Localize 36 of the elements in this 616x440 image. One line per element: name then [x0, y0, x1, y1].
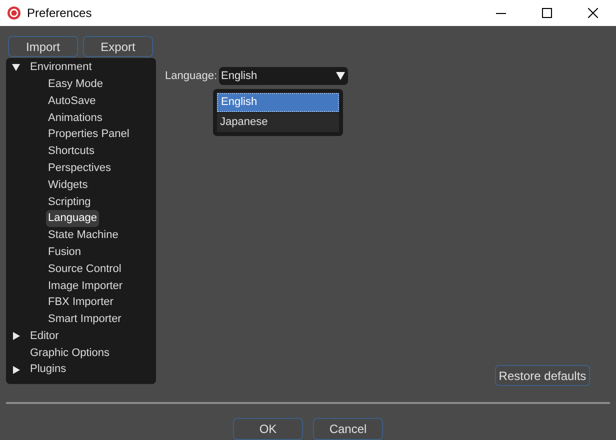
tree-item[interactable]: State Machine: [46, 227, 120, 244]
tree-item[interactable]: Smart Importer: [46, 311, 124, 328]
tree-item[interactable]: Plugins: [28, 361, 68, 378]
tree-item[interactable]: Language: [46, 210, 99, 227]
collapsed-arrow-icon[interactable]: [12, 332, 20, 340]
import-button[interactable]: Import: [8, 36, 78, 57]
tree-item[interactable]: Environment: [28, 59, 94, 76]
language-label: Language:: [165, 68, 217, 84]
app-logo-icon: [7, 6, 21, 20]
window-title: Preferences: [27, 5, 92, 22]
tree-item[interactable]: Properties Panel: [46, 126, 132, 143]
tree-item[interactable]: Perspectives: [46, 160, 113, 176]
tree-item[interactable]: Image Importer: [46, 278, 125, 294]
dropdown-option[interactable]: English: [217, 93, 339, 112]
maximize-icon: [542, 8, 552, 18]
ok-button[interactable]: OK: [233, 418, 303, 440]
tree-item[interactable]: Editor: [28, 328, 61, 344]
tree-item[interactable]: Scripting: [46, 194, 93, 210]
tree-item[interactable]: FBX Importer: [46, 294, 116, 311]
minimize-icon: [496, 12, 506, 14]
close-icon: [588, 8, 598, 18]
tree-item[interactable]: AutoSave: [46, 92, 98, 110]
export-button[interactable]: Export: [83, 36, 153, 57]
tree-item[interactable]: Widgets: [46, 176, 90, 194]
tree-item[interactable]: Source Control: [46, 260, 124, 278]
language-dropdown[interactable]: English: [219, 67, 348, 85]
tree-item[interactable]: Shortcuts: [46, 143, 96, 160]
tree-item[interactable]: Fusion: [46, 244, 84, 260]
tree-item[interactable]: Animations: [46, 110, 104, 126]
collapsed-arrow-icon[interactable]: [12, 366, 20, 374]
dropdown-option[interactable]: Japanese: [217, 113, 339, 132]
restore-defaults-button[interactable]: Restore defaults: [495, 365, 590, 386]
cancel-button[interactable]: Cancel: [313, 418, 383, 440]
tree-item[interactable]: Graphic Options: [28, 344, 112, 362]
tree-item[interactable]: Easy Mode: [46, 76, 106, 92]
expanded-arrow-icon[interactable]: [12, 63, 20, 72]
